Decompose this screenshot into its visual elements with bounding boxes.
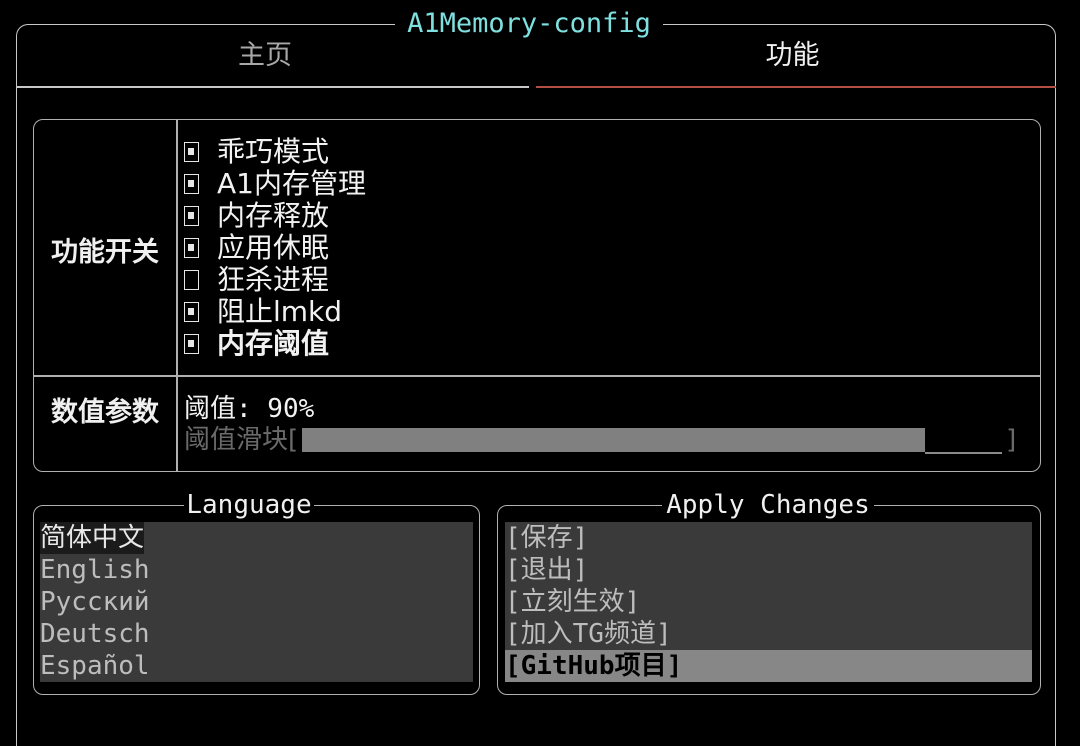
- feature-toggle[interactable]: 乖巧模式: [184, 136, 784, 168]
- tab-home[interactable]: 主页: [20, 38, 510, 74]
- checkbox-checked-icon[interactable]: [184, 206, 199, 226]
- checkbox-checked-icon[interactable]: [184, 302, 199, 322]
- slider-label: 阈值滑块[: [184, 425, 299, 455]
- feature-toggle[interactable]: 内存阈值: [184, 328, 784, 360]
- feature-toggle[interactable]: 应用休眠: [184, 232, 784, 264]
- feature-toggle-label: 阻止lmkd: [217, 295, 343, 328]
- checkbox-checked-icon[interactable]: [184, 142, 199, 162]
- feature-toggle[interactable]: 狂杀进程: [184, 264, 784, 296]
- apply-action-button[interactable]: [保存]: [505, 522, 1032, 554]
- feature-switches-label: 功能开关: [51, 237, 159, 268]
- tab-features[interactable]: 功能: [535, 38, 1050, 74]
- language-panel-title: Language: [184, 490, 314, 520]
- feature-toggle-label: 内存释放: [217, 199, 330, 232]
- threshold-slider[interactable]: [302, 426, 1003, 454]
- feature-toggle-label: 应用休眠: [217, 231, 330, 264]
- active-tab-underline: [536, 86, 1056, 88]
- numeric-params-label: 数值参数: [51, 397, 159, 428]
- feature-toggle-label: 内存阈值: [217, 327, 330, 360]
- slider-end-bracket: ]: [1006, 425, 1017, 455]
- feature-toggle[interactable]: A1内存管理: [184, 168, 784, 200]
- feature-toggle[interactable]: 阻止lmkd: [184, 296, 784, 328]
- apply-action-button[interactable]: [加入TG频道]: [505, 618, 1032, 650]
- language-option[interactable]: 简体中文: [40, 522, 473, 554]
- apply-action-button[interactable]: [退出]: [505, 554, 1032, 586]
- app-title: A1Memory-config: [395, 6, 663, 42]
- apply-panel-title: Apply Changes: [662, 490, 874, 520]
- threshold-slider-row[interactable]: 阈值滑块[ ]: [184, 424, 1034, 456]
- panel-row-divider: [34, 375, 1040, 377]
- language-option[interactable]: Русский: [40, 586, 473, 618]
- checkbox-checked-icon[interactable]: [184, 334, 199, 354]
- checkbox-unchecked-icon[interactable]: [184, 270, 199, 290]
- threshold-value-text: 阈值: 90%: [184, 394, 315, 424]
- feature-toggle[interactable]: 内存释放: [184, 200, 784, 232]
- checkbox-checked-icon[interactable]: [184, 238, 199, 258]
- apply-action-button[interactable]: [立刻生效]: [505, 586, 1032, 618]
- language-option[interactable]: English: [40, 554, 473, 586]
- apply-action-button[interactable]: [GitHub项目]: [505, 650, 1032, 682]
- feature-toggle-label: 乖巧模式: [217, 135, 330, 168]
- panel-column-divider: [176, 120, 178, 471]
- slider-fill: [302, 428, 926, 452]
- language-option[interactable]: Deutsch: [40, 618, 473, 650]
- apply-actions-list[interactable]: [保存] [退出] [立刻生效] [加入TG频道] [GitHub项目]: [505, 522, 1032, 682]
- language-list[interactable]: 简体中文 English Русский Deutsch Español: [40, 522, 473, 682]
- feature-toggle-list: 乖巧模式 A1内存管理 内存释放 应用休眠 狂杀进程 阻止lmkd 内存阈值: [184, 136, 784, 360]
- feature-toggle-label: 狂杀进程: [217, 263, 330, 296]
- feature-toggle-label: A1内存管理: [217, 167, 366, 200]
- slider-remaining: [925, 452, 1003, 454]
- tab-divider: [17, 86, 529, 88]
- language-option[interactable]: Español: [40, 650, 473, 682]
- checkbox-checked-icon[interactable]: [184, 174, 199, 194]
